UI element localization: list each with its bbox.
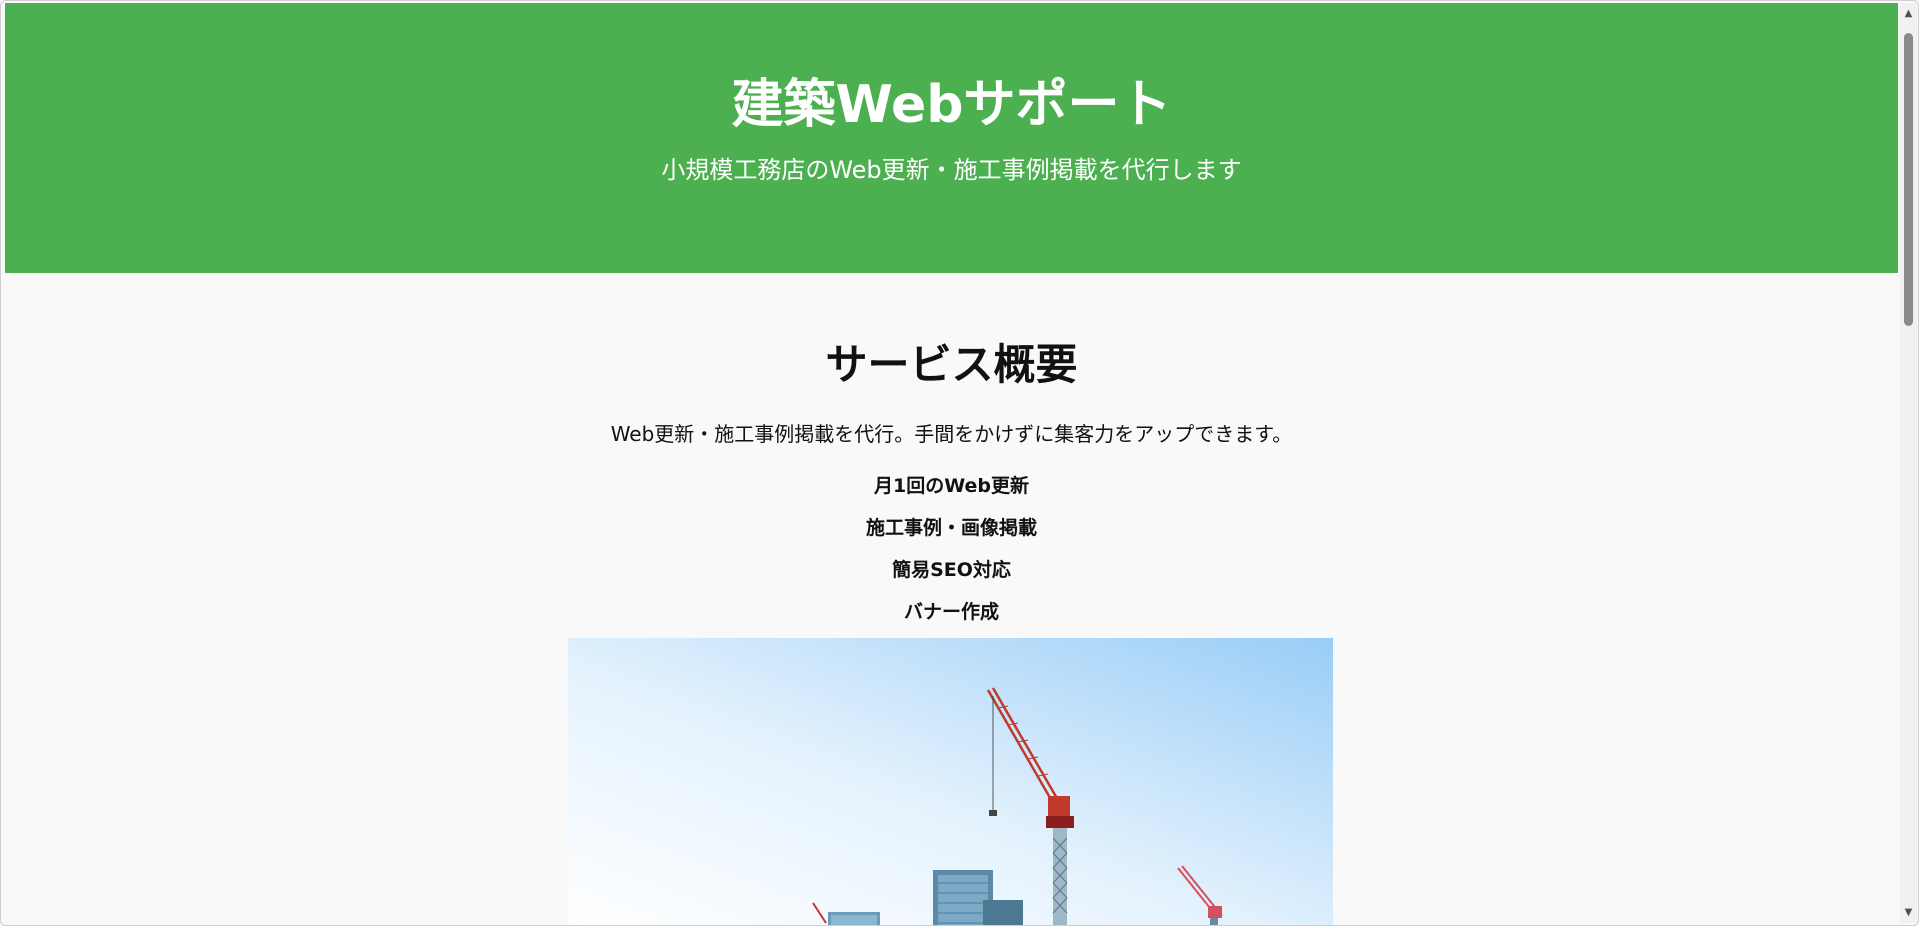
site-header: 建築Webサポート 小規模工務店のWeb更新・施工事例掲載を代行します: [5, 3, 1898, 273]
feature-item: 月1回のWeb更新: [874, 475, 1029, 497]
scroll-up-arrow-icon[interactable]: ▲: [1900, 5, 1917, 22]
vertical-scrollbar[interactable]: ▲ ▼: [1900, 3, 1917, 923]
feature-item: 簡易SEO対応: [892, 559, 1011, 581]
construction-crane-image: [568, 638, 1333, 925]
section-title: サービス概要: [825, 340, 1078, 389]
section-description: Web更新・施工事例掲載を代行。手間をかけずに集客力をアップできます。: [610, 422, 1293, 446]
site-title: 建築Webサポート: [731, 75, 1172, 135]
feature-list: 月1回のWeb更新 施工事例・画像掲載 簡易SEO対応 バナー作成: [5, 472, 1898, 640]
services-section: サービス概要 Web更新・施工事例掲載を代行。手間をかけずに集客力をアップできま…: [5, 273, 1898, 925]
feature-item: 施工事例・画像掲載: [865, 517, 1037, 539]
scroll-down-arrow-icon[interactable]: ▼: [1900, 904, 1917, 921]
site-subtitle: 小規模工務店のWeb更新・施工事例掲載を代行します: [661, 156, 1242, 184]
scrollbar-thumb[interactable]: [1904, 33, 1913, 326]
browser-viewport: 建築Webサポート 小規模工務店のWeb更新・施工事例掲載を代行します サービス…: [0, 0, 1919, 926]
feature-item: バナー作成: [903, 601, 999, 623]
